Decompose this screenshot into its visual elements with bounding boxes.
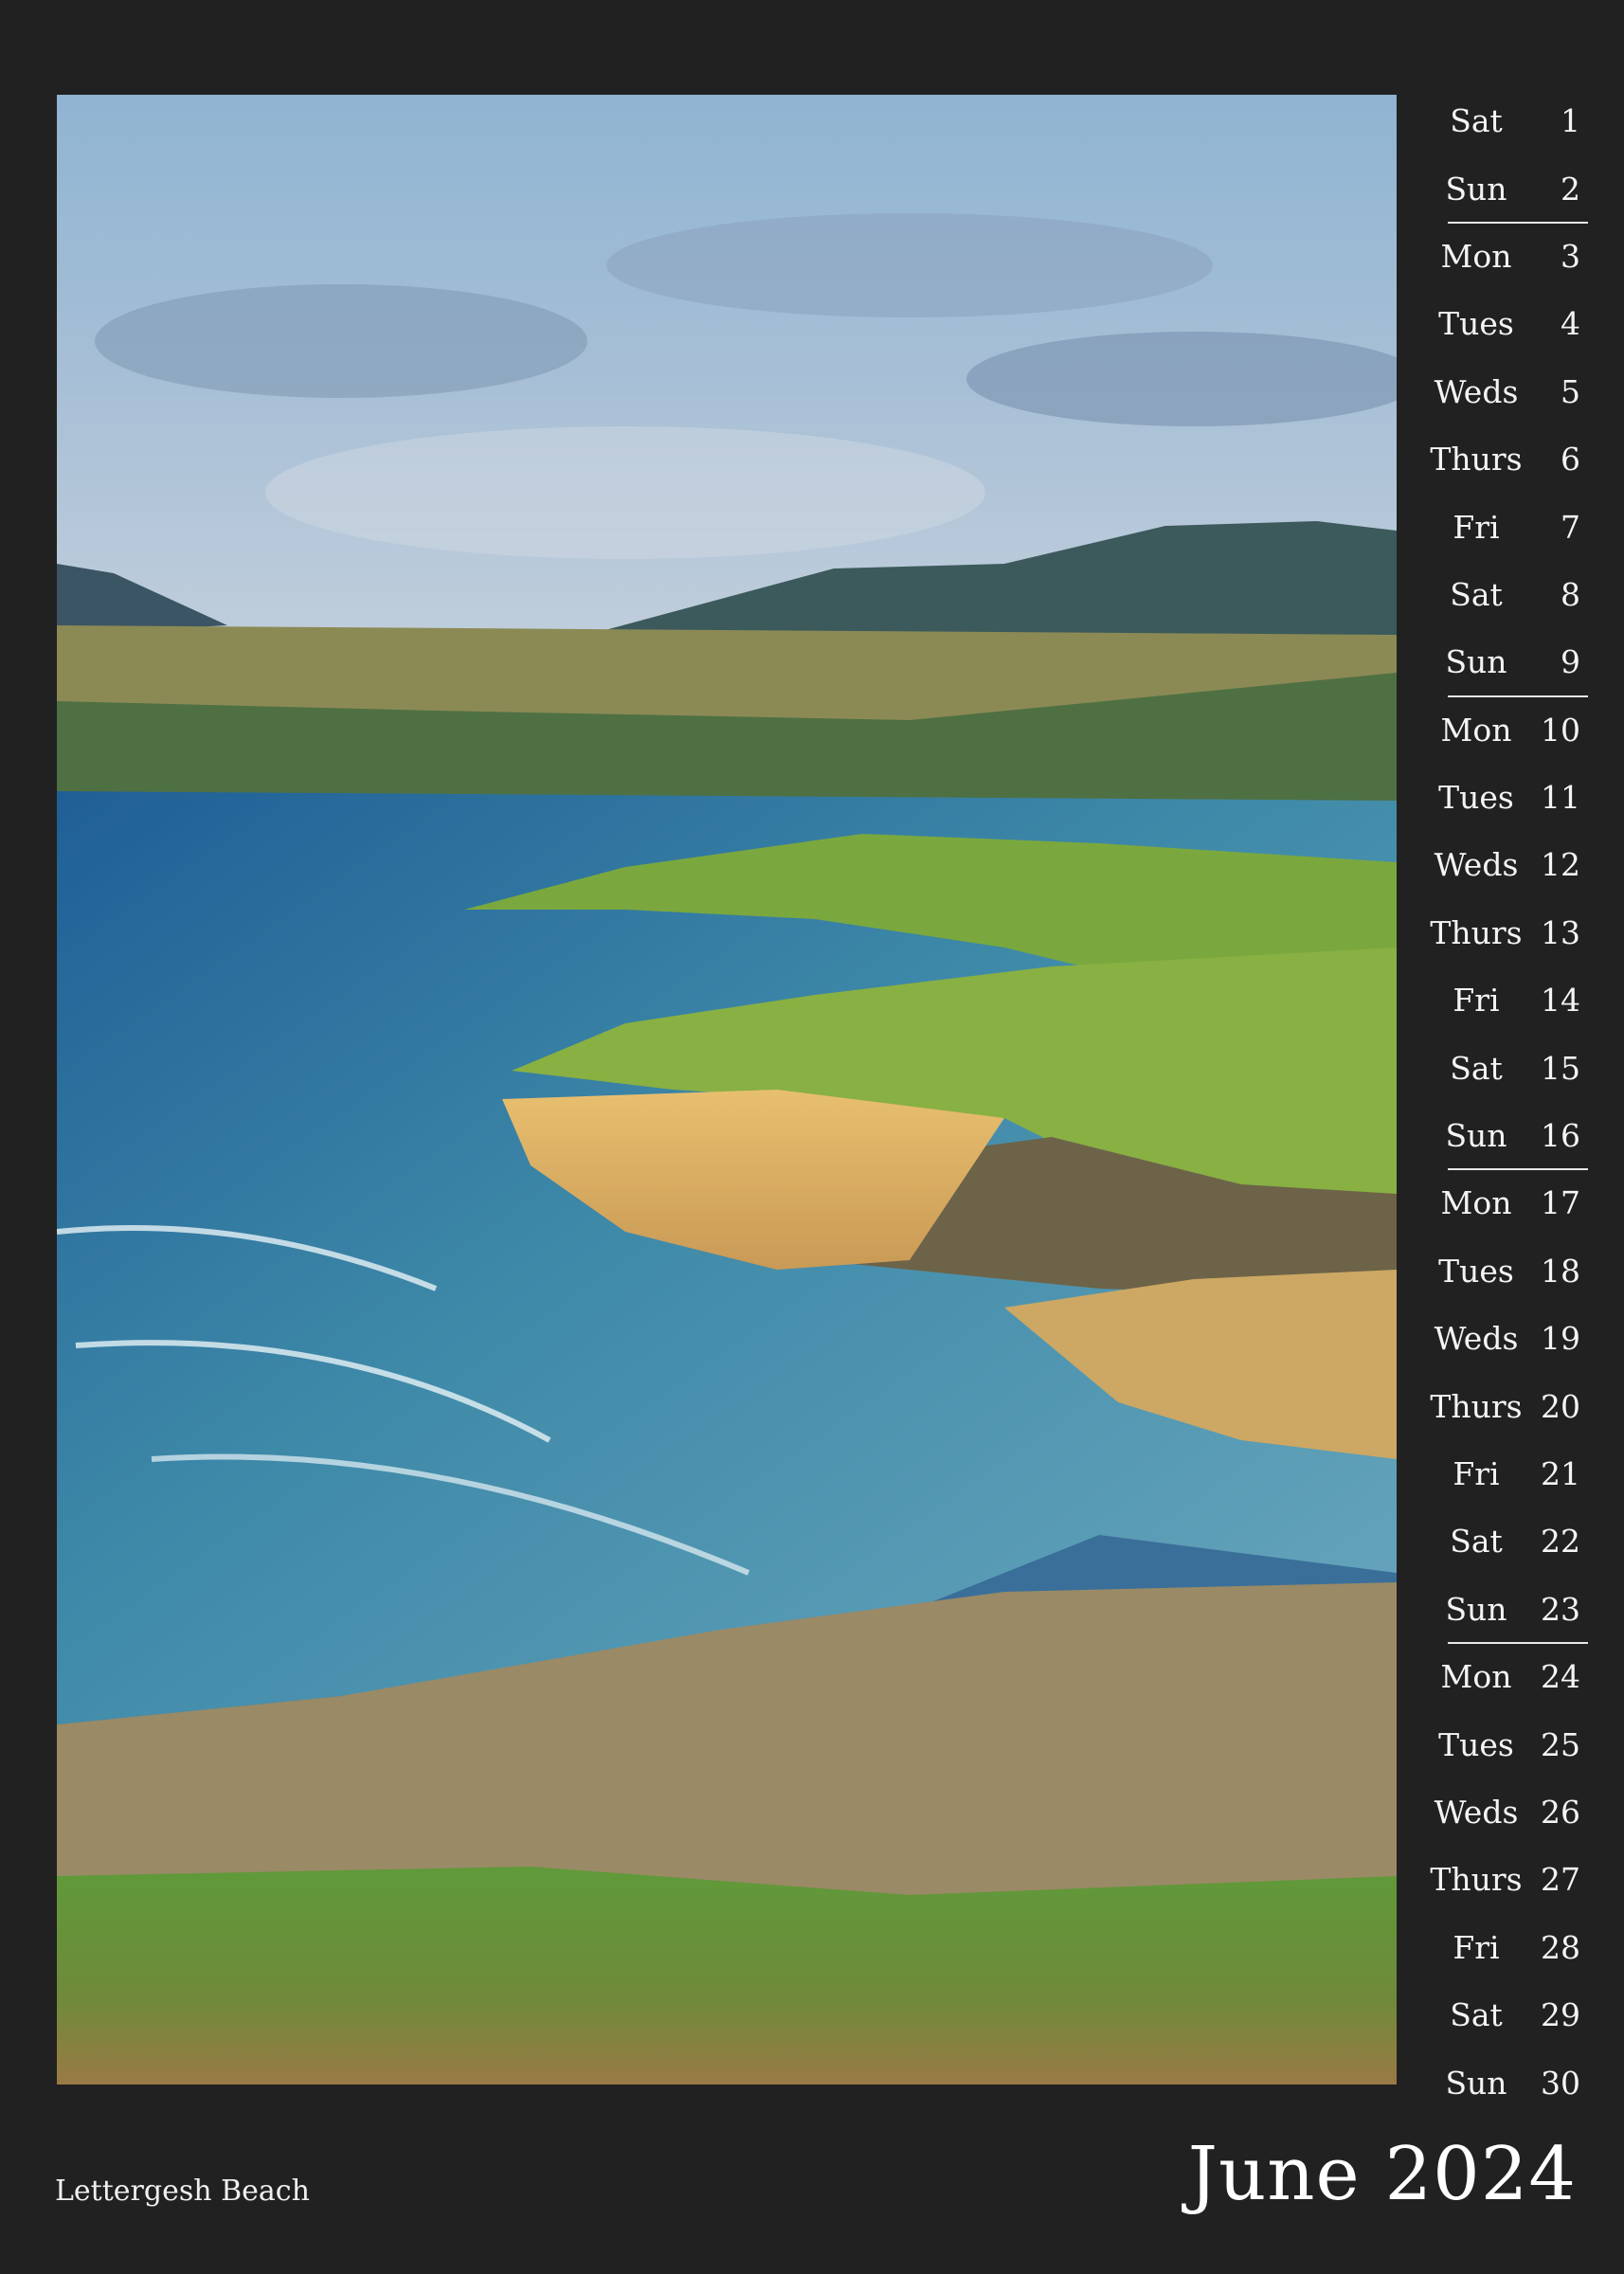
- calendar-day-row: Sun 30: [1429, 2048, 1588, 2116]
- calendar-day-row: Mon 3: [1429, 223, 1588, 290]
- calendar-day-row: Mon 10: [1429, 696, 1588, 764]
- day-name: Sun: [1445, 170, 1507, 208]
- day-number: 18: [1541, 1252, 1580, 1290]
- day-number: 8: [1561, 575, 1580, 613]
- day-name: Tues: [1438, 779, 1514, 817]
- day-name: Weds: [1434, 1320, 1519, 1358]
- day-number: 10: [1541, 711, 1580, 749]
- month-title: June 2024: [1187, 2132, 1577, 2217]
- day-name: Fri: [1453, 982, 1500, 1020]
- calendar-day-row: Tues 25: [1429, 1710, 1588, 1778]
- day-name: Weds: [1434, 1793, 1519, 1831]
- calendar-day-row: Thurs 6: [1429, 425, 1588, 493]
- day-number: 9: [1561, 643, 1580, 681]
- day-name: Mon: [1440, 711, 1512, 749]
- day-number: 13: [1541, 913, 1580, 951]
- day-name: Fri: [1453, 1455, 1500, 1492]
- calendar-day-row: Mon 24: [1429, 1643, 1588, 1710]
- day-name: Sun: [1445, 1590, 1507, 1628]
- day-name: Thurs: [1430, 1387, 1523, 1425]
- day-number: 21: [1541, 1455, 1580, 1492]
- day-name: Sat: [1450, 1049, 1503, 1087]
- day-number: 14: [1541, 982, 1580, 1020]
- day-number: 2: [1561, 170, 1580, 208]
- day-name: Sat: [1450, 575, 1503, 613]
- day-name: Weds: [1434, 846, 1519, 884]
- calendar-day-row: Tues 18: [1429, 1237, 1588, 1305]
- calendar-day-row: Sun 2: [1429, 154, 1588, 224]
- calendar-day-row: Tues 4: [1429, 290, 1588, 357]
- day-number: 20: [1541, 1387, 1580, 1425]
- calendar-day-row: Fri 28: [1429, 1914, 1588, 1981]
- day-name: Thurs: [1430, 1861, 1523, 1899]
- day-number: 4: [1561, 305, 1580, 343]
- photo-caption: Lettergesh Beach: [55, 2175, 310, 2208]
- day-name: Sat: [1450, 102, 1503, 140]
- day-name: Fri: [1453, 1928, 1500, 1966]
- calendar-day-row: Weds 26: [1429, 1778, 1588, 1846]
- day-name: Sun: [1445, 2064, 1507, 2102]
- day-number: 27: [1541, 1861, 1580, 1899]
- day-number: 25: [1541, 1725, 1580, 1763]
- calendar-day-row: Sun 16: [1429, 1102, 1588, 1171]
- day-number: 15: [1541, 1049, 1580, 1087]
- day-number: 22: [1541, 1523, 1580, 1561]
- day-number: 7: [1561, 508, 1580, 546]
- calendar-day-row: Sat 22: [1429, 1507, 1588, 1575]
- day-name: Tues: [1438, 1252, 1514, 1290]
- day-number: 17: [1541, 1184, 1580, 1222]
- day-name: Fri: [1453, 508, 1500, 546]
- day-name: Sat: [1450, 1523, 1503, 1561]
- calendar-day-row: Tues 11: [1429, 764, 1588, 831]
- day-number: 30: [1541, 2064, 1580, 2102]
- calendar-day-row: Sat 8: [1429, 561, 1588, 628]
- calendar-day-row: Sun 9: [1429, 628, 1588, 697]
- day-number: 5: [1561, 372, 1580, 410]
- calendar-day-row: Weds 19: [1429, 1305, 1588, 1372]
- day-name: Mon: [1440, 237, 1512, 275]
- calendar-day-row: Sun 23: [1429, 1576, 1588, 1644]
- day-name: Mon: [1440, 1658, 1512, 1696]
- day-number: 3: [1561, 237, 1580, 275]
- day-name: Tues: [1438, 1725, 1514, 1763]
- day-name: Mon: [1440, 1184, 1512, 1222]
- calendar-day-row: Mon 17: [1429, 1169, 1588, 1236]
- calendar-day-row: Sat 1: [1429, 87, 1588, 154]
- day-number: 16: [1541, 1117, 1580, 1155]
- calendar-day-list: Sat 1 Sun 2 Mon 3 Tues 4 Weds 5 Thurs 6 Fri 7 Sat 8 Sun 9…: [1429, 87, 1588, 2117]
- day-name: Thurs: [1430, 913, 1523, 951]
- day-number: 26: [1541, 1793, 1580, 1831]
- calendar-day-row: Fri 21: [1429, 1440, 1588, 1507]
- day-number: 19: [1541, 1320, 1580, 1358]
- calendar-day-row: Sat 29: [1429, 1981, 1588, 2048]
- day-name: Thurs: [1430, 441, 1523, 478]
- calendar-day-row: Thurs 20: [1429, 1372, 1588, 1439]
- calendar-day-row: Weds 12: [1429, 831, 1588, 898]
- day-number: 1: [1561, 102, 1580, 140]
- landscape-photo: [57, 95, 1397, 2084]
- calendar-day-row: Thurs 13: [1429, 899, 1588, 966]
- beach-landscape-image: [57, 95, 1397, 2084]
- day-name: Tues: [1438, 305, 1514, 343]
- day-number: 23: [1541, 1590, 1580, 1628]
- day-number: 24: [1541, 1658, 1580, 1696]
- day-name: Weds: [1434, 372, 1519, 410]
- day-number: 12: [1541, 846, 1580, 884]
- calendar-day-row: Sat 15: [1429, 1034, 1588, 1101]
- calendar-day-row: Fri 7: [1429, 493, 1588, 560]
- day-number: 28: [1541, 1928, 1580, 1966]
- day-name: Sun: [1445, 1117, 1507, 1155]
- day-number: 29: [1541, 1996, 1580, 2034]
- day-name: Sat: [1450, 1996, 1503, 2034]
- calendar-day-row: Weds 5: [1429, 358, 1588, 425]
- calendar-day-row: Fri 14: [1429, 966, 1588, 1034]
- calendar-day-row: Thurs 27: [1429, 1846, 1588, 1913]
- day-number: 6: [1561, 441, 1580, 478]
- day-number: 11: [1541, 779, 1580, 817]
- day-name: Sun: [1445, 643, 1507, 681]
